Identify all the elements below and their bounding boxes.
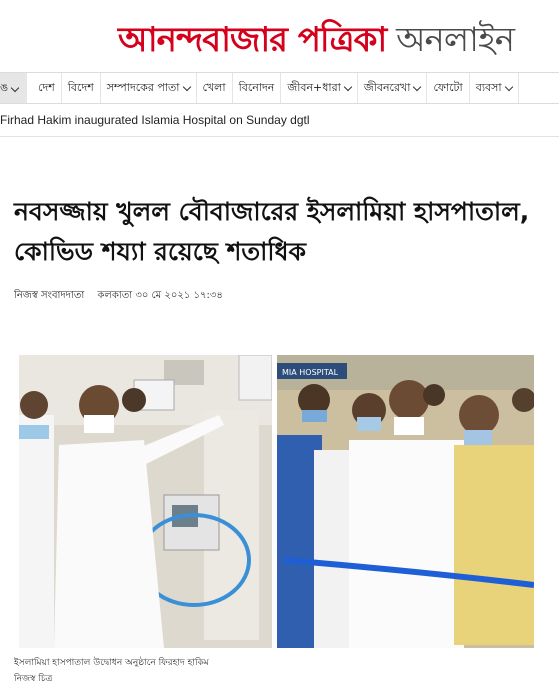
- chevron-down-icon: [10, 83, 20, 93]
- nav-item[interactable]: দেশ: [32, 73, 62, 103]
- nav-item[interactable]: বিদেশ: [62, 73, 101, 103]
- photo-sign-text: MIA HOSPITAL: [282, 368, 339, 377]
- nav-item-label: খেলা: [202, 81, 226, 94]
- chevron-down-icon: [413, 82, 422, 91]
- nav-item[interactable]: বিনোদন: [233, 73, 282, 103]
- article-photo[interactable]: MIA HOSPITAL: [14, 355, 534, 648]
- dateline: কলকাতা ৩০ মে ২০২১ ১৭:৩৪: [97, 290, 223, 301]
- byline: নিজস্ব সংবাদদাতা কলকাতা ৩০ মে ২০২১ ১৭:৩৪: [14, 288, 223, 305]
- photo-credit: নিজস্ব চিত্র: [14, 674, 53, 684]
- nav-item[interactable]: জীবনরেখা: [358, 73, 428, 103]
- photo-caption: ইসলামিয়া হাসপাতাল উদ্বোধন অনুষ্ঠানে ফির…: [14, 658, 209, 668]
- chevron-down-icon: [343, 82, 353, 91]
- main-nav: ঙ দেশ বিদেশ সম্পাদকের পাতা খেলা বিনোদন জীবন+ধ…: [0, 72, 559, 104]
- nav-item-label: ফোটো: [433, 81, 463, 94]
- logo-online-text: অনলাইন: [386, 20, 515, 60]
- nav-item[interactable]: সম্পাদকের পাতা: [101, 73, 197, 103]
- nav-item-label: বিদেশ: [67, 81, 94, 94]
- nav-item-label: দেশ: [38, 81, 55, 94]
- logo-brand-text: আনন্দবাজার পত্রিকা: [118, 20, 387, 60]
- nav-item[interactable]: জীবন+ধারা: [281, 73, 358, 103]
- photo-illustration: MIA HOSPITAL: [14, 355, 534, 648]
- chevron-down-icon: [182, 82, 191, 91]
- chevron-down-icon: [504, 82, 513, 91]
- nav-item-label: জীবনরেখা: [363, 81, 411, 94]
- author-name[interactable]: নিজস্ব সংবাদদাতা: [14, 290, 84, 301]
- nav-item-label: সম্পাদকের পাতা: [106, 81, 180, 94]
- masthead: আনন্দবাজার পত্রিকা অনলাইন: [0, 0, 559, 70]
- site-logo[interactable]: আনন্দবাজার পত্রিকা অনলাইন: [118, 14, 515, 71]
- divider: [0, 136, 559, 137]
- nav-item-label: জীবন+ধারা: [287, 81, 341, 94]
- nav-item-label: ব্যবসা: [475, 81, 502, 94]
- nav-items: দেশ বিদেশ সম্পাদকের পাতা খেলা বিনোদন জীবন+ধার…: [32, 73, 519, 103]
- page-title: নবসজ্জায় খুলল বৌবাজারের ইসলামিয়া হাসপা…: [14, 197, 530, 266]
- nav-item-label: বিনোদন: [238, 81, 275, 94]
- nav-item-label: ঙ: [0, 81, 9, 94]
- nav-item-home[interactable]: ঙ: [0, 73, 27, 103]
- article-strap: Firhad Hakim inaugurated Islamia Hospita…: [0, 113, 310, 127]
- nav-item[interactable]: ফোটো: [427, 73, 470, 103]
- nav-item[interactable]: খেলা: [197, 73, 233, 103]
- nav-item[interactable]: ব্যবসা: [470, 73, 519, 103]
